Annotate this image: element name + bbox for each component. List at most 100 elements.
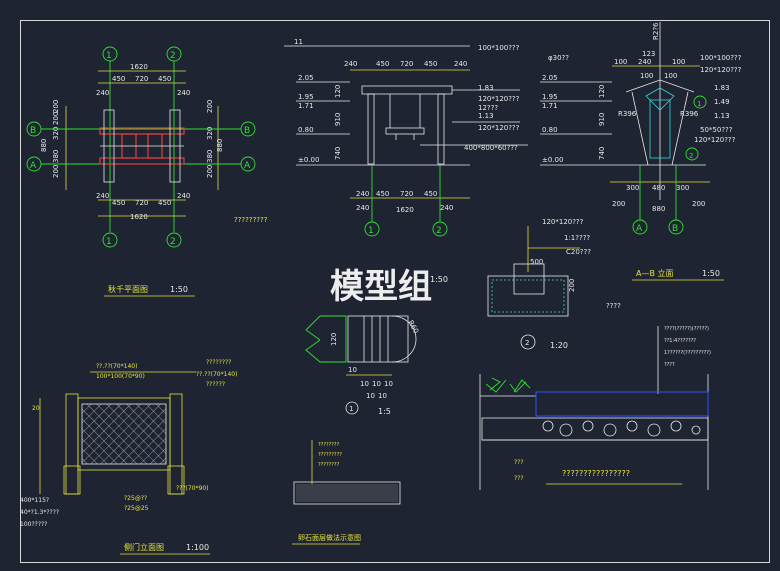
paving-note: ????????	[318, 442, 340, 448]
elev-note: 50*50???	[700, 126, 733, 134]
axis-label: B	[244, 126, 250, 136]
elev-dim: 450	[376, 190, 389, 198]
elev-dim: 450	[376, 60, 389, 68]
elev-note: 120*120???	[694, 136, 736, 144]
dim-side: 200	[206, 165, 214, 178]
plan-title: 秋千平面图	[108, 284, 148, 294]
footing-detail: 120*120??? 1:1???? C20??? 500 200 ???? 2…	[430, 218, 621, 350]
dim-end: 240	[96, 192, 109, 200]
dim-end: 240	[96, 89, 109, 97]
axis-label: 2	[170, 51, 176, 61]
paving-note: ????????	[318, 462, 340, 468]
elev-dim: 100	[672, 58, 685, 66]
elev-note: 120*120???	[478, 95, 520, 103]
elev-dim: 240	[356, 190, 369, 198]
level: 1.83	[714, 84, 730, 92]
paving-detail: ???????? ????????? ???????? 卵石面层做法示意图	[292, 440, 401, 545]
elev-dim: 100	[664, 72, 677, 80]
elev-note: 120*120???	[478, 124, 520, 132]
dim-side: 200	[52, 112, 60, 125]
dim-part: 450	[112, 75, 125, 83]
radius: R396	[680, 110, 699, 118]
level: 2.05	[298, 74, 314, 82]
level: 0.80	[542, 126, 558, 134]
detail-note: ????	[606, 302, 621, 310]
detail-scale: 1:20	[550, 341, 568, 350]
gate-dim: 20	[32, 405, 40, 412]
watermark: 模型组	[330, 267, 432, 307]
elev-tag: 11	[294, 38, 303, 46]
gate-scale: 1:100	[186, 543, 209, 552]
dim: 10	[384, 380, 393, 388]
axis-label: 2	[436, 226, 442, 236]
detail-num: 1	[349, 405, 353, 413]
gate-note: 400*115?	[20, 497, 49, 504]
elev-dim: 880	[652, 205, 665, 213]
section-note: 1??????(?????????)	[664, 350, 711, 356]
elev-dim: 123	[642, 50, 655, 58]
elev-note: 120*120???	[700, 66, 742, 74]
vdim: 910	[334, 113, 342, 126]
elev-dim: 100	[614, 58, 627, 66]
level: 1.71	[542, 102, 558, 110]
dim-end: 240	[177, 192, 190, 200]
elev-dim: 480	[652, 184, 665, 192]
dim-part: 450	[158, 199, 171, 207]
level: ±0.00	[542, 156, 563, 164]
dim-side: 380	[52, 150, 60, 163]
dim-side-total: 880	[40, 139, 48, 152]
level: 1.13	[714, 112, 730, 120]
gate-note: ?25@??	[124, 495, 147, 502]
dim-end: 240	[177, 89, 190, 97]
gate-note: 100*100(70*90)	[96, 373, 145, 380]
paving-title: 卵石面层做法示意图	[298, 533, 361, 542]
elev-dim: 300	[626, 184, 639, 192]
axis-label: B	[672, 224, 678, 234]
cad-drawing: 1 2 1620 450 720 450 240 240 200 200 320…	[20, 22, 742, 555]
section-note: ????	[664, 362, 675, 368]
gate-note: ???(70*90)	[176, 485, 209, 492]
dim-part: 450	[112, 199, 125, 207]
elev-dim: 200	[692, 200, 705, 208]
question-note: ?????????	[234, 216, 268, 224]
elev-dim: 100	[640, 72, 653, 80]
level: 1.83	[478, 84, 494, 92]
gate-note: ????????	[206, 359, 231, 366]
elev-total: 1620	[396, 206, 414, 214]
vdim: 740	[598, 147, 606, 160]
vdim: 740	[334, 147, 342, 160]
level: 0.80	[298, 126, 314, 134]
elev2-title: A—B 立面	[636, 268, 674, 278]
axis-label: 2	[170, 237, 176, 247]
dim-total-top: 1620	[130, 63, 148, 71]
axis-label: 1	[106, 51, 112, 61]
elev-dim: 240	[344, 60, 357, 68]
dim: 10	[366, 392, 375, 400]
gate-title: 侧门立面图	[124, 542, 164, 552]
vdim: 120	[334, 85, 342, 98]
axis-label: A	[636, 224, 643, 234]
detail-ref: 1	[697, 100, 701, 108]
axis-label: 1	[106, 237, 112, 247]
cad-drawing-canvas: 1 2 1620 450 720 450 240 240 200 200 320…	[0, 0, 780, 571]
gate-note: ??.??(70*140)	[96, 363, 137, 370]
dim: 10	[360, 380, 369, 388]
dim: 10	[378, 392, 387, 400]
elev-dim: 720	[400, 190, 413, 198]
detail-scale-hidden: 1:50	[430, 275, 448, 284]
front-elevation: 11 100*100??? 240 450 720 450 240 2.05 1…	[284, 38, 528, 237]
gate-note: 40*?1.3*????	[20, 509, 59, 516]
gate-elevation: ??.??(70*140) 100*100(70*90) ??.??(70*14…	[20, 359, 237, 555]
detail-num: 2	[525, 339, 529, 347]
vdim: 910	[598, 113, 606, 126]
elev-dim: 450	[424, 60, 437, 68]
dim-side: 200	[206, 100, 214, 113]
level: 1.49	[714, 98, 730, 106]
elev-dim: 240	[454, 60, 467, 68]
ground-section: ????(?????)(?????) ??1:4??????? 1??????(…	[479, 326, 711, 490]
gate-note: ?25@25	[124, 505, 149, 512]
dim-side: 380	[206, 150, 214, 163]
elev-note: 12???	[478, 104, 498, 112]
level: 1.95	[542, 93, 558, 101]
dim-part: 720	[135, 75, 148, 83]
